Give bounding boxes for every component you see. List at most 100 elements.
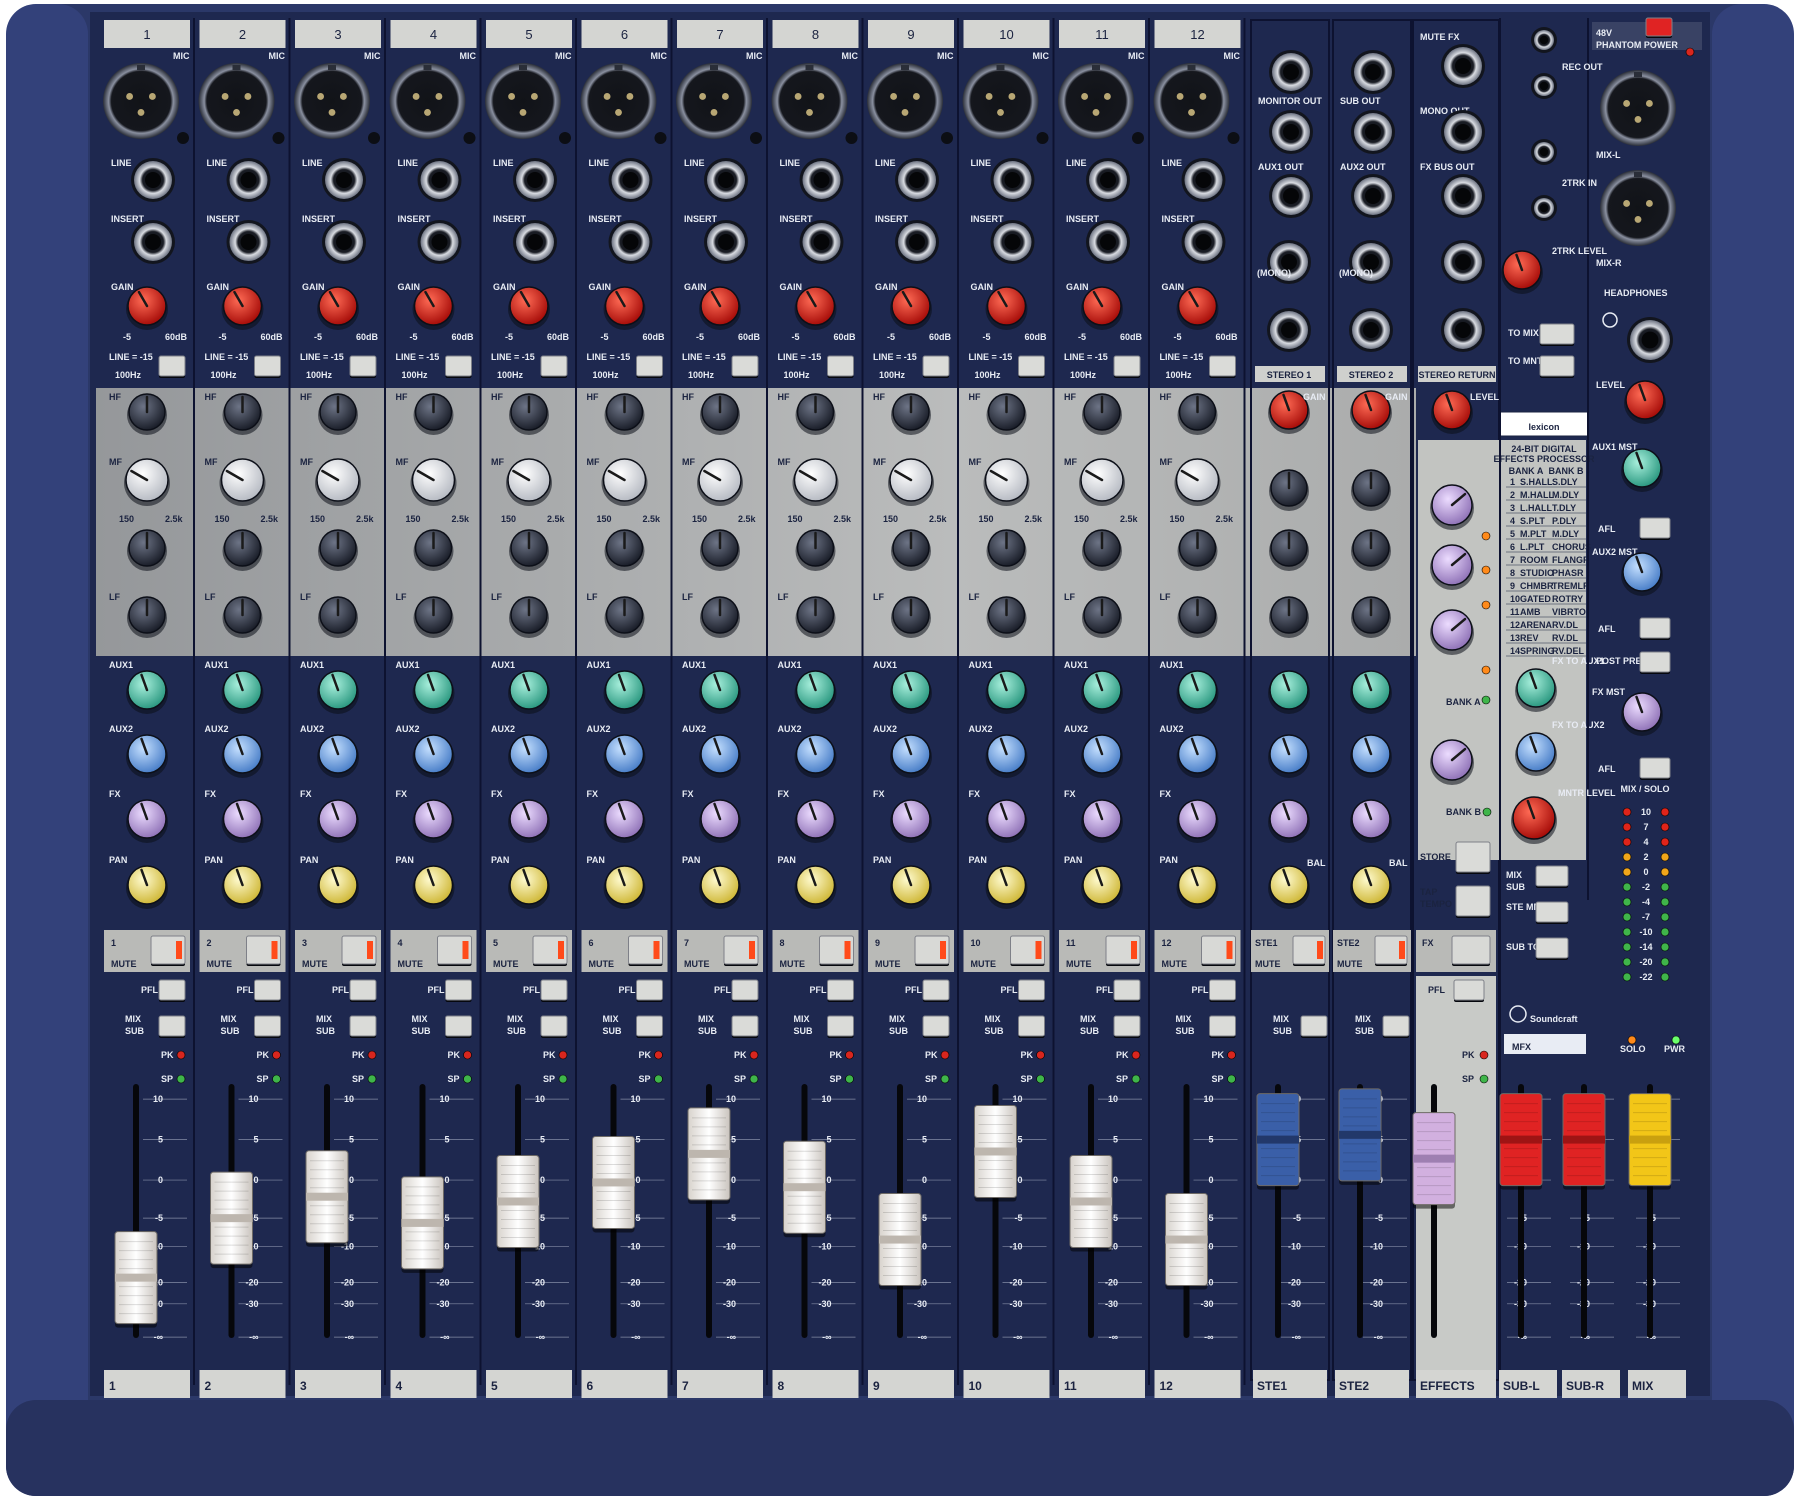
- mic-xlr-input[interactable]: [676, 63, 752, 139]
- monitor-mix-sub-button[interactable]: [1535, 865, 1569, 888]
- mf-gain-knob[interactable]: [795, 529, 836, 571]
- aux1-afl-button[interactable]: [1639, 517, 1671, 540]
- mic-xlr-input[interactable]: [962, 63, 1039, 139]
- line-input-jack[interactable]: [131, 158, 175, 202]
- aux2-send-knob[interactable]: [985, 734, 1028, 778]
- mix-sub-button[interactable]: [254, 1015, 281, 1038]
- lf-eq-knob[interactable]: [1082, 596, 1122, 638]
- aux1-send-knob[interactable]: [985, 670, 1028, 714]
- stereo-mf-knob[interactable]: [1351, 529, 1391, 571]
- pan-knob[interactable]: [794, 865, 837, 909]
- xlr-latch[interactable]: [845, 132, 858, 144]
- fx-send-knob[interactable]: [1081, 799, 1123, 843]
- xlr-latch[interactable]: [559, 132, 571, 144]
- gain-knob[interactable]: [1176, 286, 1219, 330]
- aux2-master-knob[interactable]: [1621, 552, 1663, 596]
- insert-jack[interactable]: [131, 220, 175, 264]
- stereo-hf-knob[interactable]: [1269, 469, 1309, 511]
- pfl-button[interactable]: [254, 979, 281, 1002]
- pfl-button[interactable]: [827, 979, 854, 1002]
- fx-send-knob[interactable]: [126, 799, 168, 843]
- gain-knob[interactable]: [985, 286, 1028, 330]
- aux2-send-knob[interactable]: [508, 734, 550, 778]
- hpf-button[interactable]: [349, 355, 377, 378]
- mf-gain-knob[interactable]: [1082, 529, 1122, 571]
- aux2-send-knob[interactable]: [412, 734, 455, 778]
- xlr-latch[interactable]: [463, 132, 476, 144]
- mix-sub-button[interactable]: [1018, 1015, 1045, 1038]
- pan-knob[interactable]: [412, 865, 455, 909]
- mix-sub-button[interactable]: [731, 1015, 759, 1038]
- mf-freq-knob[interactable]: [792, 458, 839, 506]
- fx-param-knob-3[interactable]: [1430, 609, 1474, 655]
- mf-freq-knob[interactable]: [697, 458, 743, 506]
- pfl-button[interactable]: [1209, 979, 1236, 1002]
- pan-knob[interactable]: [699, 865, 741, 909]
- lf-eq-knob[interactable]: [891, 596, 931, 638]
- hpf-button[interactable]: [445, 355, 472, 378]
- aux2-send-knob[interactable]: [1081, 734, 1123, 778]
- stereo-mix-sub-button[interactable]: [1382, 1015, 1410, 1038]
- fx-mute-button[interactable]: [1451, 935, 1491, 966]
- aux1-send-knob[interactable]: [603, 670, 646, 714]
- store-button[interactable]: [1455, 841, 1491, 874]
- mf-freq-knob[interactable]: [1174, 458, 1221, 506]
- stereo-input-r-jack[interactable]: [1267, 308, 1311, 352]
- lf-eq-knob[interactable]: [318, 596, 358, 638]
- aux1-master-knob[interactable]: [1621, 448, 1663, 492]
- mix-sub-button[interactable]: [922, 1015, 950, 1038]
- aux1-send-knob[interactable]: [221, 670, 264, 714]
- fx-send-knob[interactable]: [317, 799, 359, 843]
- mic-xlr-input[interactable]: [103, 63, 179, 139]
- fx-param-knob-2[interactable]: [1430, 544, 1474, 590]
- mf-gain-knob[interactable]: [1177, 529, 1218, 571]
- monitor-out-r-jack[interactable]: [1269, 110, 1313, 154]
- mix-sub-button[interactable]: [445, 1015, 472, 1038]
- stereo-return-level-knob[interactable]: [1431, 390, 1473, 434]
- aux1-out-jack[interactable]: [1269, 174, 1313, 218]
- fx-send-knob[interactable]: [699, 799, 741, 843]
- pan-knob[interactable]: [126, 865, 168, 909]
- fx-afl-button[interactable]: [1639, 757, 1671, 780]
- stereo-aux1-knob[interactable]: [1268, 670, 1310, 714]
- insert-jack[interactable]: [417, 220, 462, 264]
- pfl-button[interactable]: [731, 979, 759, 1002]
- two-trk-level-knob[interactable]: [1501, 250, 1543, 294]
- mic-xlr-input[interactable]: [389, 63, 466, 139]
- sub-out-r-jack[interactable]: [1351, 110, 1395, 154]
- aux2-send-knob[interactable]: [1176, 734, 1219, 778]
- fx-pfl-button[interactable]: [1453, 979, 1485, 1002]
- mix-r-xlr-output[interactable]: [1600, 170, 1676, 246]
- mf-freq-knob[interactable]: [1079, 458, 1125, 506]
- mix-sub-button[interactable]: [636, 1015, 663, 1038]
- rec-out-l-rca[interactable]: [1531, 27, 1557, 53]
- phantom-power-switch[interactable]: [1645, 17, 1673, 38]
- xlr-latch[interactable]: [750, 132, 762, 144]
- stereo-fx-knob[interactable]: [1350, 799, 1392, 843]
- stereo-lf-knob[interactable]: [1351, 596, 1391, 638]
- line-input-jack[interactable]: [608, 158, 653, 202]
- fx-param-knob-4[interactable]: [1430, 739, 1474, 785]
- hpf-button[interactable]: [1113, 355, 1141, 378]
- hpf-button[interactable]: [636, 355, 663, 378]
- fx-to-aux1-knob[interactable]: [1515, 668, 1557, 712]
- aux2-out-jack[interactable]: [1351, 174, 1395, 218]
- mix-l-xlr-output[interactable]: [1600, 70, 1676, 146]
- mf-gain-knob[interactable]: [604, 529, 645, 571]
- fx-send-knob[interactable]: [221, 799, 264, 843]
- mix-sub-button[interactable]: [158, 1015, 186, 1038]
- gain-knob[interactable]: [794, 286, 837, 330]
- mix-sub-button[interactable]: [1209, 1015, 1236, 1038]
- fx-send-knob[interactable]: [1176, 799, 1219, 843]
- lf-eq-knob[interactable]: [986, 596, 1027, 638]
- xlr-latch[interactable]: [1036, 132, 1049, 144]
- line-input-jack[interactable]: [1086, 158, 1130, 202]
- aux2-send-knob[interactable]: [794, 734, 837, 778]
- mf-gain-knob[interactable]: [127, 529, 167, 571]
- aux2-afl-button[interactable]: [1639, 617, 1671, 640]
- hpf-button[interactable]: [827, 355, 854, 378]
- aux1-send-knob[interactable]: [794, 670, 837, 714]
- mic-xlr-input[interactable]: [580, 63, 657, 139]
- hf-eq-knob[interactable]: [795, 393, 836, 435]
- gain-knob[interactable]: [412, 286, 455, 330]
